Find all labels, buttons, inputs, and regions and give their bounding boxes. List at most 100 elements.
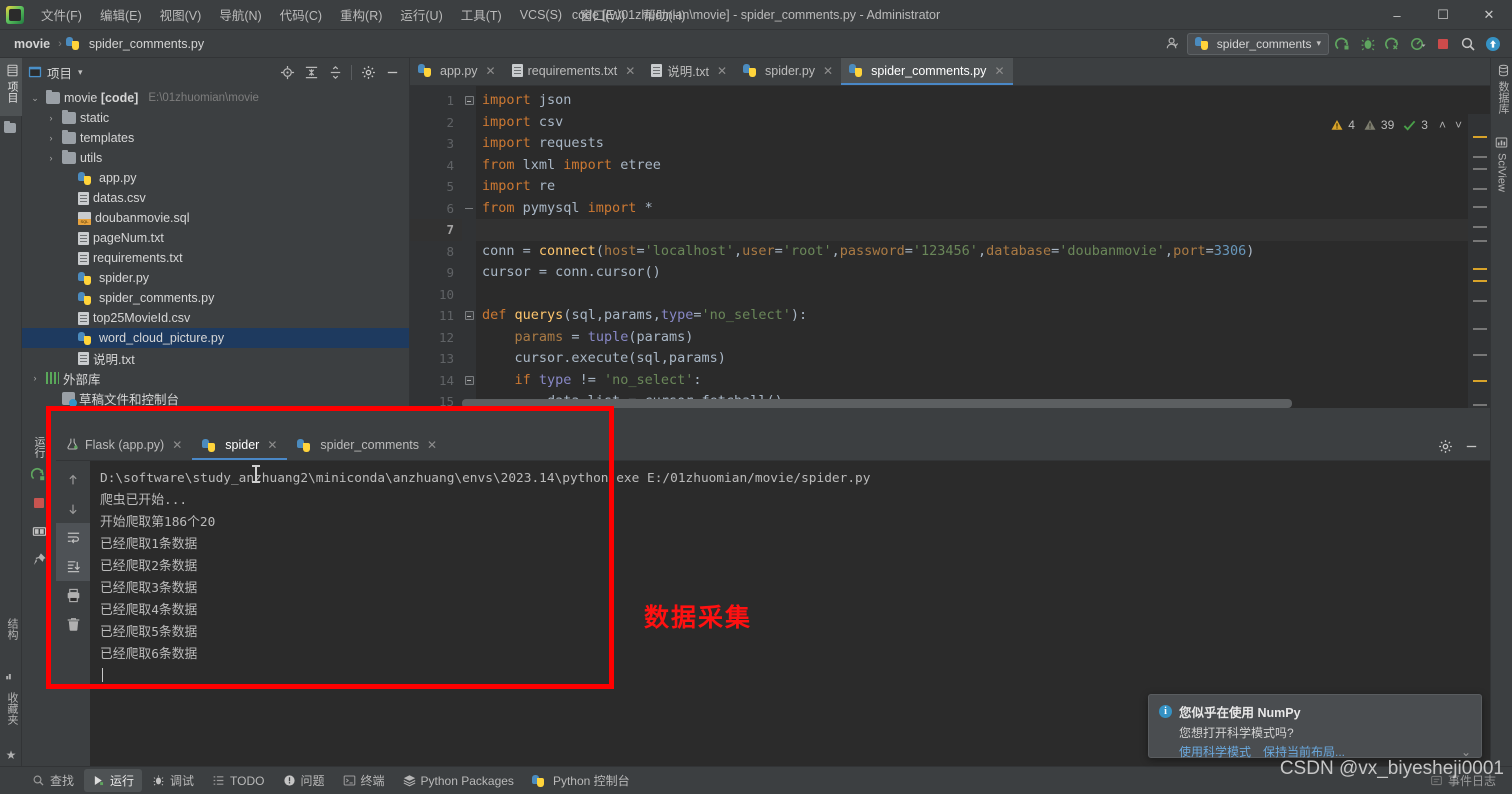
run-icon[interactable] xyxy=(1332,33,1354,55)
editor-tab-app.py[interactable]: app.py✕ xyxy=(410,58,504,85)
line-number[interactable]: 4 xyxy=(410,155,462,177)
print-icon[interactable] xyxy=(56,581,90,610)
fold-marker[interactable] xyxy=(462,370,476,392)
line-number[interactable]: 15 xyxy=(410,391,462,408)
tree-item-doubanmovie.sql[interactable]: doubanmovie.sql xyxy=(22,208,409,228)
status-python-packages[interactable]: Python Packages xyxy=(395,771,522,791)
inspection-mark[interactable] xyxy=(1473,300,1487,302)
chevron-right-icon[interactable]: › xyxy=(44,133,58,143)
inspection-mark[interactable] xyxy=(1473,240,1487,242)
collapse-all-icon[interactable] xyxy=(324,61,346,83)
run-coverage-icon[interactable] xyxy=(1382,33,1404,55)
fold-marker[interactable] xyxy=(462,305,476,327)
code-line[interactable]: def querys(sql,params,type='no_select'): xyxy=(476,305,1490,327)
close-button[interactable]: ✕ xyxy=(1466,0,1512,30)
tree-item-templates[interactable]: ›templates xyxy=(22,128,409,148)
line-number[interactable]: 11 xyxy=(410,305,462,327)
pin-icon[interactable] xyxy=(22,545,56,573)
rerun-icon[interactable] xyxy=(22,461,56,489)
rail-tab-commit[interactable] xyxy=(0,116,20,140)
horizontal-scrollbar[interactable] xyxy=(462,399,1462,408)
tree-item-app.py[interactable]: app.py xyxy=(22,168,409,188)
profile-icon[interactable] xyxy=(1162,33,1184,55)
console-caret-line[interactable] xyxy=(100,666,1490,688)
status-run[interactable]: 运行 xyxy=(84,769,142,792)
chevron-right-icon[interactable]: › xyxy=(44,153,58,163)
use-scientific-mode-link[interactable]: 使用科学模式 xyxy=(1179,743,1251,760)
editor-inspection-strip[interactable] xyxy=(1468,114,1490,408)
locate-icon[interactable] xyxy=(276,61,298,83)
editor-tab-spider.py[interactable]: spider.py✕ xyxy=(735,58,841,85)
code-line[interactable]: params = tuple(params) xyxy=(476,327,1490,349)
chevron-right-icon[interactable]: › xyxy=(44,113,58,123)
line-number[interactable]: 8 xyxy=(410,241,462,263)
rail-tab-sciview[interactable]: SciView xyxy=(1491,130,1512,206)
line-number[interactable]: 9 xyxy=(410,262,462,284)
close-tab-icon[interactable]: ✕ xyxy=(717,64,727,78)
inspection-mark[interactable] xyxy=(1473,328,1487,330)
expand-all-icon[interactable] xyxy=(300,61,322,83)
code-line[interactable]: import requests xyxy=(476,133,1490,155)
inspection-mark[interactable] xyxy=(1473,226,1487,228)
line-number[interactable]: 5 xyxy=(410,176,462,198)
inspection-mark[interactable] xyxy=(1473,280,1487,282)
soft-wrap-icon[interactable] xyxy=(56,523,90,552)
editor-tab-spider_comments.py[interactable]: spider_comments.py✕ xyxy=(841,58,1012,85)
scroll-down-icon[interactable] xyxy=(56,494,90,523)
tree-item-utils[interactable]: ›utils xyxy=(22,148,409,168)
profiler-icon[interactable] xyxy=(1407,33,1429,55)
chevron-down-icon[interactable]: ⌄ xyxy=(28,93,42,104)
debug-icon[interactable] xyxy=(1357,33,1379,55)
previous-problem-icon[interactable]: ˄ xyxy=(1439,118,1446,132)
numpy-notification[interactable]: i 您似乎在使用 NumPy 您想打开科学模式吗? 使用科学模式 保持当前布局.… xyxy=(1148,694,1482,758)
close-tab-icon[interactable]: ✕ xyxy=(625,64,635,78)
fold-end-icon[interactable] xyxy=(465,204,474,213)
line-number[interactable]: 6 xyxy=(410,198,462,220)
code-line[interactable]: if type != 'no_select': xyxy=(476,370,1490,392)
menu-navigate[interactable]: 导航(N) xyxy=(210,1,270,28)
inspection-mark[interactable] xyxy=(1473,354,1487,356)
code-line[interactable]: cursor = conn.cursor() xyxy=(476,262,1490,284)
fold-collapse-icon[interactable] xyxy=(465,311,474,320)
code-line[interactable]: from lxml import etree xyxy=(476,155,1490,177)
run-tab-spider_comments[interactable]: spider_comments✕ xyxy=(287,432,447,460)
inspection-mark[interactable] xyxy=(1473,206,1487,208)
tree-item-[interactable]: 草稿文件和控制台 xyxy=(22,388,409,408)
status-python-console[interactable]: Python 控制台 xyxy=(524,769,638,792)
search-everywhere-icon[interactable] xyxy=(1457,33,1479,55)
next-problem-icon[interactable]: ˅ xyxy=(1455,118,1462,132)
inspection-mark[interactable] xyxy=(1473,380,1487,382)
menu-edit[interactable]: 编辑(E) xyxy=(91,1,151,28)
code-editor[interactable]: 123456789101112131415 import jsonimport … xyxy=(410,86,1490,408)
line-number[interactable]: 10 xyxy=(410,284,462,306)
menu-code[interactable]: 代码(C) xyxy=(271,1,331,28)
tree-item-pagenum.txt[interactable]: pageNum.txt xyxy=(22,228,409,248)
close-tab-icon[interactable]: ✕ xyxy=(486,64,496,78)
menu-window[interactable]: 窗口(W) xyxy=(571,1,634,28)
line-number[interactable]: 2 xyxy=(410,112,462,134)
rail-tab-structure[interactable]: 结构 xyxy=(0,612,24,666)
code-content[interactable]: import jsonimport csvimport requestsfrom… xyxy=(476,86,1490,408)
tree-item-[interactable]: ›外部库 xyxy=(22,368,409,388)
code-line[interactable]: import re xyxy=(476,176,1490,198)
scroll-to-end-icon[interactable] xyxy=(56,552,90,581)
line-number[interactable]: 7 xyxy=(410,219,462,241)
close-tab-icon[interactable]: ✕ xyxy=(994,64,1004,78)
status-find[interactable]: 查找 xyxy=(24,769,82,792)
menu-run[interactable]: 运行(U) xyxy=(391,1,451,28)
breadcrumb-project[interactable]: movie xyxy=(10,35,54,53)
inspection-mark[interactable] xyxy=(1473,268,1487,270)
fold-marker[interactable] xyxy=(462,90,476,112)
rail-tab-database[interactable]: 数据库 xyxy=(1491,58,1512,130)
line-number[interactable]: 3 xyxy=(410,133,462,155)
status-problems[interactable]: 问题 xyxy=(275,769,333,792)
tree-item-requirements.txt[interactable]: requirements.txt xyxy=(22,248,409,268)
code-line[interactable] xyxy=(476,284,1490,306)
close-tab-icon[interactable]: ✕ xyxy=(427,438,437,452)
stop-icon[interactable] xyxy=(22,489,56,517)
code-line[interactable] xyxy=(476,219,1490,241)
structure-chart-icon-wrap[interactable] xyxy=(0,666,19,686)
editor-tab-requirements.txt[interactable]: requirements.txt✕ xyxy=(504,58,644,85)
inspection-mark[interactable] xyxy=(1473,188,1487,190)
run-tab-spider[interactable]: spider✕ xyxy=(192,432,287,460)
